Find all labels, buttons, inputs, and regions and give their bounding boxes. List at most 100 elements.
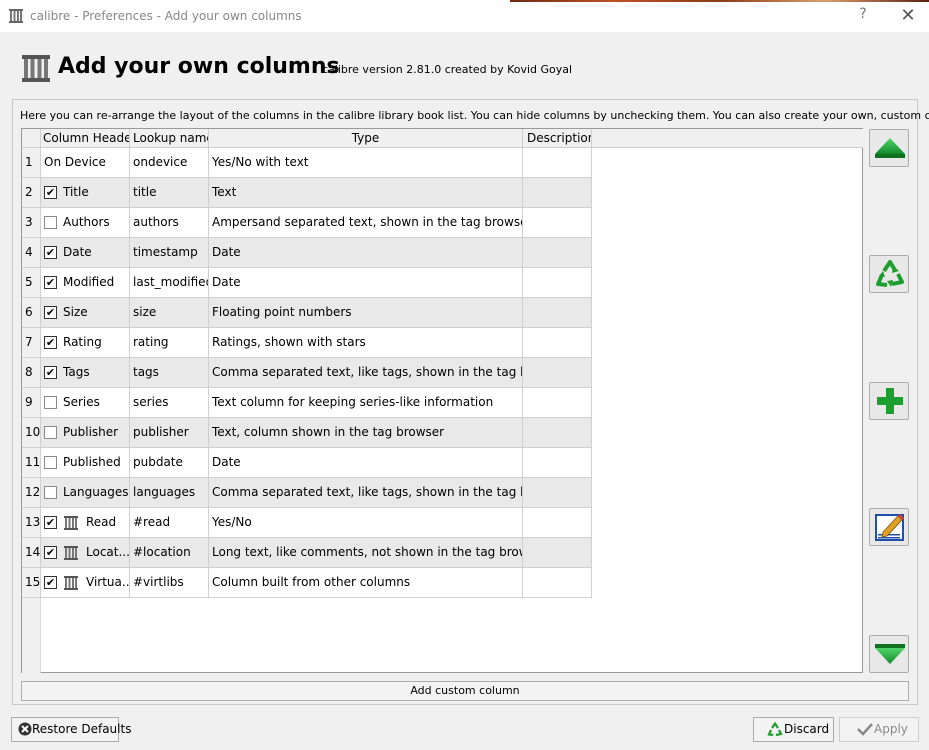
column-header-cell[interactable]: Languages bbox=[41, 478, 130, 508]
visibility-checkbox[interactable]: ✔ bbox=[44, 576, 57, 589]
visibility-checkbox[interactable] bbox=[44, 396, 57, 409]
column-header-cell[interactable]: Series bbox=[41, 388, 130, 418]
table-row[interactable]: 5 ✔ Modified last_modified Date bbox=[22, 268, 592, 298]
lookup-name-cell[interactable]: languages bbox=[130, 478, 209, 508]
type-cell[interactable]: Text column for keeping series-like info… bbox=[209, 388, 523, 418]
lookup-name-cell[interactable]: last_modified bbox=[130, 268, 209, 298]
table-row[interactable]: 12 Languages languages Comma separated text… bbox=[22, 478, 592, 508]
column-header-cell[interactable]: ✔ Locat... bbox=[41, 538, 130, 568]
table-row[interactable]: 13 ✔ Read #read Yes/No bbox=[22, 508, 592, 538]
visibility-checkbox[interactable] bbox=[44, 456, 57, 469]
visibility-checkbox[interactable] bbox=[44, 426, 57, 439]
visibility-checkbox[interactable]: ✔ bbox=[44, 336, 57, 349]
description-cell[interactable] bbox=[523, 358, 592, 388]
table-row[interactable]: 15 ✔ Virtua... #virtlibs Column built from o… bbox=[22, 568, 592, 598]
table-row[interactable]: 14 ✔ Locat... #location Long text, like comm… bbox=[22, 538, 592, 568]
type-cell[interactable]: Date bbox=[209, 448, 523, 478]
lookup-name-cell[interactable]: timestamp bbox=[130, 238, 209, 268]
description-cell[interactable] bbox=[523, 148, 592, 178]
table-row[interactable]: 11 Published pubdate Date bbox=[22, 448, 592, 478]
type-cell[interactable]: Column built from other columns bbox=[209, 568, 523, 598]
column-header-cell[interactable]: Published bbox=[41, 448, 130, 478]
type-cell[interactable]: Ampersand separated text, shown in the t… bbox=[209, 208, 523, 238]
type-cell[interactable]: Comma separated text, like tags, shown i… bbox=[209, 478, 523, 508]
description-cell[interactable] bbox=[523, 448, 592, 478]
column-header-cell[interactable]: ✔ Tags bbox=[41, 358, 130, 388]
move-down-button[interactable] bbox=[869, 635, 909, 673]
table-row[interactable]: 9 Series series Text column for keeping ser… bbox=[22, 388, 592, 418]
visibility-checkbox[interactable]: ✔ bbox=[44, 276, 57, 289]
column-header-cell[interactable]: ✔ Modified bbox=[41, 268, 130, 298]
delete-column-button[interactable] bbox=[869, 255, 909, 293]
description-cell[interactable] bbox=[523, 508, 592, 538]
type-cell[interactable]: Text bbox=[209, 178, 523, 208]
lookup-name-cell[interactable]: ondevice bbox=[130, 148, 209, 178]
lookup-name-cell[interactable]: rating bbox=[130, 328, 209, 358]
lookup-name-cell[interactable]: publisher bbox=[130, 418, 209, 448]
visibility-checkbox[interactable]: ✔ bbox=[44, 366, 57, 379]
type-cell[interactable]: Long text, like comments, not shown in t… bbox=[209, 538, 523, 568]
table-row[interactable]: 10 Publisher publisher Text, column shown i… bbox=[22, 418, 592, 448]
add-column-button[interactable] bbox=[869, 382, 909, 420]
description-cell[interactable] bbox=[523, 268, 592, 298]
lookup-name-cell[interactable]: title bbox=[130, 178, 209, 208]
columns-table[interactable]: Column Header Lookup name Type Descripti… bbox=[21, 128, 863, 673]
header-column-header[interactable]: Column Header bbox=[41, 129, 130, 148]
lookup-name-cell[interactable]: #location bbox=[130, 538, 209, 568]
apply-button[interactable]: Apply bbox=[839, 717, 919, 742]
edit-column-button[interactable] bbox=[869, 508, 909, 546]
visibility-checkbox[interactable]: ✔ bbox=[44, 246, 57, 259]
column-header-cell[interactable]: ✔ Size bbox=[41, 298, 130, 328]
description-cell[interactable] bbox=[523, 328, 592, 358]
table-row[interactable]: 7 ✔ Rating rating Ratings, shown with stars bbox=[22, 328, 592, 358]
visibility-checkbox[interactable]: ✔ bbox=[44, 186, 57, 199]
type-cell[interactable]: Yes/No with text bbox=[209, 148, 523, 178]
lookup-name-cell[interactable]: size bbox=[130, 298, 209, 328]
description-cell[interactable] bbox=[523, 418, 592, 448]
table-row[interactable]: 8 ✔ Tags tags Comma separated text, like tag… bbox=[22, 358, 592, 388]
column-header-cell[interactable]: ✔ Virtua... bbox=[41, 568, 130, 598]
type-cell[interactable]: Ratings, shown with stars bbox=[209, 328, 523, 358]
lookup-name-cell[interactable]: series bbox=[130, 388, 209, 418]
description-cell[interactable] bbox=[523, 208, 592, 238]
column-header-cell[interactable]: ✔ Read bbox=[41, 508, 130, 538]
lookup-name-cell[interactable]: pubdate bbox=[130, 448, 209, 478]
visibility-checkbox[interactable] bbox=[44, 216, 57, 229]
header-lookup-name[interactable]: Lookup name bbox=[130, 129, 209, 148]
column-header-cell[interactable]: Publisher bbox=[41, 418, 130, 448]
description-cell[interactable] bbox=[523, 178, 592, 208]
help-button[interactable]: ? bbox=[854, 6, 872, 26]
column-header-cell[interactable]: Authors bbox=[41, 208, 130, 238]
lookup-name-cell[interactable]: #virtlibs bbox=[130, 568, 209, 598]
column-header-cell[interactable]: ✔ Date bbox=[41, 238, 130, 268]
visibility-checkbox[interactable]: ✔ bbox=[44, 306, 57, 319]
lookup-name-cell[interactable]: tags bbox=[130, 358, 209, 388]
type-cell[interactable]: Date bbox=[209, 268, 523, 298]
column-header-cell[interactable]: On Device bbox=[41, 148, 130, 178]
header-type[interactable]: Type bbox=[209, 129, 523, 148]
description-cell[interactable] bbox=[523, 568, 592, 598]
move-up-button[interactable] bbox=[869, 129, 909, 167]
table-row[interactable]: 6 ✔ Size size Floating point numbers bbox=[22, 298, 592, 328]
add-custom-column-button[interactable]: Add custom column bbox=[21, 681, 909, 701]
header-description[interactable]: Description bbox=[523, 129, 592, 148]
close-button[interactable]: ✕ bbox=[898, 5, 918, 27]
table-row[interactable]: 4 ✔ Date timestamp Date bbox=[22, 238, 592, 268]
visibility-checkbox[interactable] bbox=[44, 486, 57, 499]
visibility-checkbox[interactable]: ✔ bbox=[44, 546, 57, 559]
lookup-name-cell[interactable]: authors bbox=[130, 208, 209, 238]
type-cell[interactable]: Floating point numbers bbox=[209, 298, 523, 328]
type-cell[interactable]: Date bbox=[209, 238, 523, 268]
description-cell[interactable] bbox=[523, 298, 592, 328]
table-row[interactable]: 3 Authors authors Ampersand separated text,… bbox=[22, 208, 592, 238]
type-cell[interactable]: Comma separated text, like tags, shown i… bbox=[209, 358, 523, 388]
description-cell[interactable] bbox=[523, 478, 592, 508]
restore-defaults-button[interactable]: Restore Defaults bbox=[11, 717, 131, 742]
table-row[interactable]: 1 On Device ondevice Yes/No with text bbox=[22, 148, 592, 178]
table-row[interactable]: 2 ✔ Title title Text bbox=[22, 178, 592, 208]
lookup-name-cell[interactable]: #read bbox=[130, 508, 209, 538]
discard-button[interactable]: Discard bbox=[753, 717, 834, 742]
column-header-cell[interactable]: ✔ Rating bbox=[41, 328, 130, 358]
visibility-checkbox[interactable]: ✔ bbox=[44, 516, 57, 529]
type-cell[interactable]: Yes/No bbox=[209, 508, 523, 538]
